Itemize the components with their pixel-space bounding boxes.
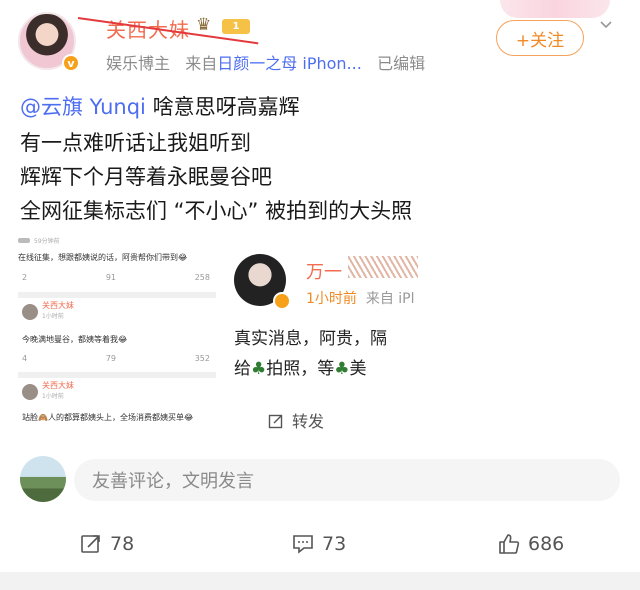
embedded-text: 今晚满地曼谷，都姨等着我😂 bbox=[22, 335, 128, 344]
repost-count: 78 bbox=[110, 533, 135, 555]
comment-count: 73 bbox=[322, 533, 347, 555]
post-line-3: 辉辉下个月等着永眠曼谷吧 bbox=[20, 165, 272, 189]
decorative-banner bbox=[500, 0, 610, 18]
divider bbox=[18, 292, 216, 298]
embedded-comments: 79 bbox=[105, 354, 116, 363]
redaction-scribble bbox=[348, 256, 418, 278]
follow-button[interactable]: +关注 bbox=[496, 20, 584, 56]
level-badge: 1 bbox=[222, 19, 250, 34]
post-image[interactable]: 59分钟前 在线征集，想跟都姨说的话，阿贵帮你们带到😂 2 91 258 关西大… bbox=[18, 234, 418, 440]
like-count: 686 bbox=[528, 533, 565, 555]
embedded-actions: 4 79 352 bbox=[18, 354, 216, 363]
comment-button[interactable]: 73 bbox=[292, 533, 346, 555]
embedded-text: 在线征集，想跟都姨说的话，阿贵帮你们带到😂 bbox=[18, 253, 188, 262]
bottom-divider bbox=[0, 572, 640, 590]
embedded-text-part: 美 bbox=[349, 359, 367, 379]
user-tag: 娱乐博主 bbox=[106, 54, 171, 73]
embedded-username: 关西大妹 bbox=[42, 381, 74, 390]
verified-badge-icon bbox=[273, 292, 291, 310]
embedded-username: 万一 bbox=[306, 262, 342, 283]
chevron-down-icon[interactable] bbox=[598, 17, 614, 37]
divider bbox=[18, 372, 216, 378]
embedded-time-value: 1小时前 bbox=[306, 291, 357, 307]
embedded-text: 给♣拍照，等♣美 bbox=[234, 354, 367, 379]
post-line-1-text: 啥意思呀高嘉辉 bbox=[145, 95, 300, 119]
embedded-post-1: 59分钟前 在线征集，想跟都姨说的话，阿贵帮你们带到😂 2 91 258 bbox=[18, 234, 216, 282]
embedded-time: 59分钟前 bbox=[34, 237, 60, 245]
embedded-text: 真实消息，阿贵，隔 bbox=[234, 329, 387, 349]
device-source[interactable]: 日颜一之母 iPhon... bbox=[217, 54, 362, 73]
embedded-comments: 91 bbox=[105, 273, 116, 282]
embedded-post-3: 关西大妹 1小时前 bbox=[18, 380, 216, 400]
comment-icon bbox=[293, 535, 313, 554]
post-line-2: 有一点难听话让我姐听到 bbox=[20, 131, 251, 155]
embedded-reposts: 4 bbox=[22, 354, 28, 363]
repost-icon bbox=[268, 414, 283, 429]
embedded-time: 1小时前 bbox=[42, 313, 64, 320]
embedded-repost-label: 转发 bbox=[292, 412, 325, 431]
post-line-4: 全网征集标志们 “不小心” 被拍到的大头照 bbox=[20, 199, 413, 223]
embedded-time: 1小时前 来自 iPl bbox=[306, 288, 415, 308]
broccoli-emoji: ♣ bbox=[251, 359, 267, 379]
embedded-username: 关西大妹 bbox=[42, 301, 74, 310]
embedded-time: 1小时前 bbox=[42, 393, 64, 400]
comment-input[interactable]: 友善评论，文明发言 bbox=[74, 459, 620, 501]
like-icon bbox=[499, 534, 520, 554]
repost-icon bbox=[81, 535, 100, 553]
embedded-repost: 转发 bbox=[268, 408, 324, 432]
broccoli-emoji: ♣ bbox=[334, 359, 350, 379]
from-label: 来自 bbox=[185, 54, 218, 73]
embedded-text-part: 拍照，等 bbox=[266, 359, 335, 379]
like-button[interactable]: 686 bbox=[498, 533, 564, 555]
repost-button[interactable]: 78 bbox=[80, 533, 134, 555]
crown-icon: ♛ bbox=[196, 15, 212, 35]
mention-link[interactable]: @云旗 Yunqi bbox=[20, 95, 146, 119]
embedded-source: 来自 iPl bbox=[365, 291, 415, 307]
embedded-text-part: 给 bbox=[234, 359, 251, 379]
verified-badge-icon: v bbox=[62, 54, 80, 72]
post-line-1: @云旗 Yunqi 啥意思呀高嘉辉 bbox=[20, 93, 580, 121]
embedded-text: 站脸🙈人的都算都姨头上，全场消费都姨买单😂 bbox=[22, 413, 194, 422]
my-avatar[interactable] bbox=[20, 456, 66, 502]
embedded-post-2: 关西大妹 1小时前 bbox=[18, 300, 216, 320]
embedded-likes: 258 bbox=[194, 273, 210, 282]
embedded-reposts: 2 bbox=[22, 273, 28, 282]
post-meta: 娱乐博主 来自日颜一之母 iPhon... 已编辑 bbox=[106, 50, 425, 74]
embedded-likes: 352 bbox=[194, 354, 210, 363]
edited-label: 已编辑 bbox=[377, 54, 426, 73]
